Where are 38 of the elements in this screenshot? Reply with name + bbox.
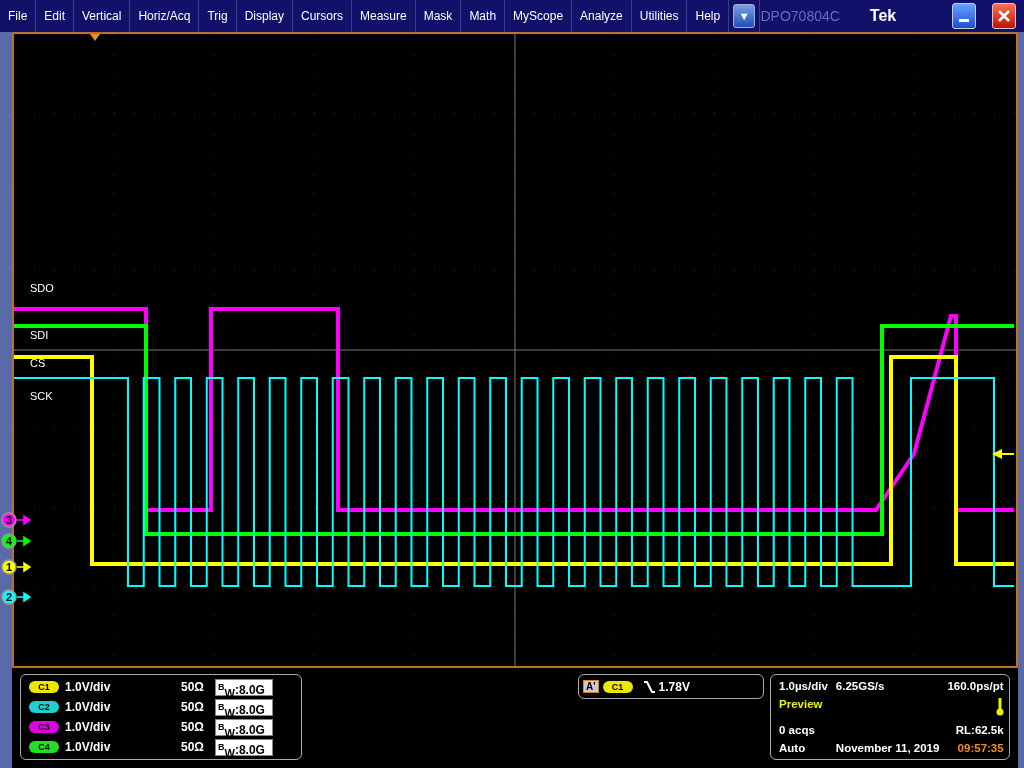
trace-label: SCK — [30, 390, 53, 402]
time-scale: 1.0µs/div — [779, 680, 828, 692]
channel-badge: C1 — [602, 680, 633, 693]
minimize-icon — [958, 18, 969, 22]
vertical-scale: 1.0V/div — [65, 740, 112, 754]
record-length: RL:62.5k — [954, 724, 1004, 736]
vertical-scale: 1.0V/div — [65, 700, 112, 714]
minimize-button[interactable] — [951, 3, 976, 29]
channel-badge[interactable]: C3 — [29, 721, 59, 733]
trigger-position-marker — [90, 34, 100, 41]
dropdown-button[interactable]: ▼ — [733, 4, 756, 28]
trace-label: CS — [30, 357, 46, 369]
close-icon — [997, 10, 1010, 22]
vertical-scale: 1.0V/div — [65, 720, 112, 734]
channel-badge[interactable]: C2 — [29, 701, 59, 713]
trigger-level-marker — [992, 449, 1015, 459]
channel-badge[interactable]: C4 — [29, 741, 59, 753]
channel-badge[interactable]: C1 — [29, 681, 59, 693]
acquisition-count: 0 acqs — [779, 724, 816, 736]
resolution: 160.0ps/pt — [947, 680, 1004, 692]
brand-logo: Tek — [869, 7, 898, 25]
trigger-event: A' — [583, 680, 599, 693]
date: November 11, 2019 — [835, 742, 940, 754]
impedance: 50Ω — [181, 680, 205, 694]
trigger-level: 1.78V — [658, 679, 690, 694]
impedance: 50Ω — [181, 700, 205, 714]
acquisition-mode: Preview — [779, 698, 824, 712]
sample-rate: 6.25GS/s — [835, 680, 886, 692]
vertical-scale: 1.0V/div — [65, 680, 112, 694]
close-button[interactable] — [991, 3, 1016, 29]
thermometer-icon — [995, 698, 1004, 716]
falling-edge-icon — [642, 679, 655, 694]
time: 09:57:35 — [956, 742, 1004, 754]
impedance: 50Ω — [181, 720, 205, 734]
impedance: 50Ω — [181, 740, 205, 754]
trace-label: SDO — [30, 282, 54, 294]
trace-label: SDI — [30, 329, 49, 341]
trigger-mode: Auto — [779, 742, 807, 754]
